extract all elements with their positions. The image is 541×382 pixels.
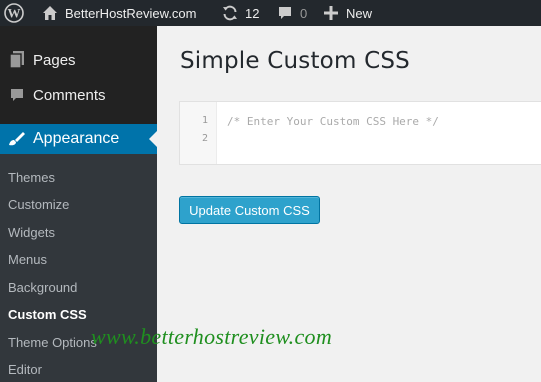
site-name-link[interactable]: BetterHostReview.com <box>42 0 197 26</box>
comments-count: 0 <box>300 5 308 21</box>
plus-icon <box>324 6 338 20</box>
home-icon <box>42 5 58 21</box>
submenu-item-editor[interactable]: Editor <box>8 362 42 378</box>
site-name: BetterHostReview.com <box>65 5 197 21</box>
submenu-item-widgets[interactable]: Widgets <box>8 225 55 241</box>
page-title: Simple Custom CSS <box>180 48 410 74</box>
submenu-item-custom-css[interactable]: Custom CSS <box>8 307 87 323</box>
sidebar-item-label: Comments <box>33 86 106 104</box>
watermark-text: www.betterhostreview.com <box>91 324 333 349</box>
submenu-item-menus[interactable]: Menus <box>8 252 47 268</box>
updates-count: 12 <box>245 5 260 21</box>
code-line-comment: /* Enter Your Custom CSS Here */ <box>227 115 439 128</box>
updates-link[interactable]: 12 <box>221 0 259 26</box>
new-label: New <box>346 5 373 21</box>
update-custom-css-button[interactable]: Update Custom CSS <box>179 196 320 224</box>
sidebar-item-appearance[interactable]: Appearance <box>0 124 157 154</box>
line-number-gutter: 1 2 <box>180 102 217 164</box>
comment-bubble-icon <box>277 5 293 21</box>
paintbrush-icon <box>7 131 27 147</box>
comments-link[interactable]: 0 <box>277 0 307 26</box>
css-code-editor[interactable]: 1 2 /* Enter Your Custom CSS Here */ <box>179 101 541 165</box>
line-number: 1 <box>201 115 208 126</box>
new-content-link[interactable]: New <box>324 0 372 26</box>
submenu-item-background[interactable]: Background <box>8 280 77 296</box>
sidebar-item-label: Pages <box>33 51 76 69</box>
submenu-item-themes[interactable]: Themes <box>8 170 55 186</box>
sidebar-item-label: Appearance <box>33 130 120 147</box>
pages-icon <box>7 51 27 69</box>
submenu-item-customize[interactable]: Customize <box>8 197 69 213</box>
sidebar-item-comments[interactable]: Comments <box>0 82 157 108</box>
wordpress-logo-icon[interactable]: W <box>4 0 26 26</box>
sidebar-item-pages[interactable]: Pages <box>0 47 157 73</box>
comments-icon <box>7 87 27 103</box>
updates-icon <box>221 4 239 22</box>
line-number: 2 <box>201 133 208 144</box>
admin-bar: W BetterHostReview.com 12 0 New <box>0 0 541 26</box>
submenu-item-theme-options[interactable]: Theme Options <box>8 335 97 351</box>
svg-text:W: W <box>8 6 21 21</box>
